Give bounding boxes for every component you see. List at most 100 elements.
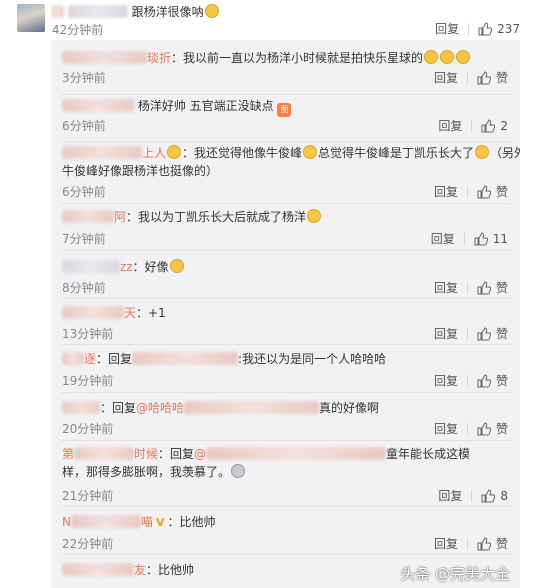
reply-actions: 回复 2 [438,117,508,134]
reply-text: ：我以前一直以为杨洋小时候就是拍快乐星球的 [171,51,424,65]
mention-link[interactable]: @哈哈哈 [136,401,184,415]
divider [466,281,468,294]
username[interactable]: 上人 [142,146,166,160]
like-count[interactable]: 赞 [496,420,508,437]
mention-link[interactable]: @ [194,447,206,461]
username[interactable] [62,401,100,414]
like-count[interactable]: 237 [497,22,520,36]
comment-content: 跟杨洋很像呐 [131,5,204,19]
emoji-icon [169,259,184,273]
reply-text: ：比他帅 [146,563,195,577]
reply-button[interactable]: 回复 [438,487,462,504]
username[interactable]: 时候 [134,447,158,461]
divider [471,119,473,132]
thumb-up-icon[interactable] [477,326,491,341]
username[interactable]: 友 [134,563,146,577]
like-count[interactable]: 8 [500,489,508,503]
username[interactable] [62,210,114,223]
username[interactable] [62,51,147,64]
reply-button[interactable]: 回复 [434,372,458,389]
thumb-up-icon[interactable] [481,488,496,503]
like-count[interactable]: 2 [500,119,508,133]
thumb-up-icon[interactable] [478,21,493,36]
username[interactable]: N [62,515,71,529]
reply-item: 上人 ：我还觉得他像牛俊峰 总觉得牛俊峰是丁凯乐长大了 （另外 牛俊峰好像跟杨洋也挺像… [51,142,520,202]
reply-button[interactable]: 回复 [431,230,455,247]
emoji-icon [307,209,322,223]
username[interactable] [62,260,120,273]
like-count[interactable]: 11 [493,232,508,246]
reply-actions: 回复 赞 [434,183,508,200]
redacted-mention [184,401,320,414]
username[interactable] [52,5,64,18]
reply-text: ：+1 [136,306,166,320]
reply-button[interactable]: 回复 [434,535,458,552]
reply-actions: 回复 赞 [434,535,508,552]
reply-button[interactable]: 回复 [434,183,458,200]
thumb-up-icon[interactable] [481,118,496,133]
username[interactable] [74,447,135,460]
username[interactable]: 第 [62,447,74,461]
username[interactable] [70,515,141,528]
username[interactable] [62,352,84,365]
username[interactable] [62,306,124,319]
username[interactable]: 天 [124,306,136,320]
reply-item: 第 时候：回复@ 童年能长成这模 样，那得多膨胀啊，我羡慕了。 21分钟前 回复 8 [51,441,520,505]
username[interactable]: 逐 [84,352,96,366]
username[interactable]: 琰折 [147,51,171,65]
reply-text: 样，那得多膨胀啊，我羡慕了。 [62,465,231,479]
emoji-icon [440,50,455,64]
thumb-up-icon[interactable] [474,231,488,246]
reply-item: zz：好像 8分钟前 回复 赞 [51,251,520,297]
badge-icon: 图 [277,103,292,117]
thumb-up-icon[interactable] [477,373,491,388]
emoji-icon [424,50,439,64]
thumb-up-icon[interactable] [477,421,491,436]
reply-button[interactable]: 回复 [434,279,458,296]
reply-text: ：我还觉得他像牛俊峰 [182,146,303,160]
like-count[interactable]: 赞 [496,535,508,552]
reply-button[interactable]: 回复 [434,325,458,342]
like-count[interactable]: 赞 [496,183,508,200]
emoji-icon [456,50,471,64]
reply-text: :我还以为是同一个人哈哈哈 [238,352,387,366]
reply-button[interactable]: 回复 [434,69,458,86]
username[interactable] [62,146,142,159]
reply-time: 21分钟前 [62,489,114,503]
like-count[interactable]: 赞 [496,279,508,296]
redacted-mention [206,447,387,460]
username[interactable] [62,563,134,576]
thumb-up-icon[interactable] [477,184,491,199]
username[interactable]: zz [120,260,133,274]
reply-time: 3分钟前 [62,71,106,85]
reply-time: 22分钟前 [62,537,114,551]
avatar[interactable] [17,4,45,32]
like-count[interactable]: 赞 [496,325,508,342]
reply-item: 琰折：我以前一直以为杨洋小时候就是拍快乐星球的 3分钟前 回复 赞 [51,45,520,93]
reply-text: ：回复 [158,447,195,461]
divider [466,374,468,387]
like-count[interactable]: 赞 [496,69,508,86]
username[interactable]: 喵 [141,515,153,529]
thumb-up-icon[interactable] [477,536,491,551]
username[interactable] [62,99,134,112]
username[interactable]: 阿 [114,210,126,224]
thumb-up-icon[interactable] [477,70,491,85]
comment-actions: 回复 237 [435,20,520,37]
emoji-icon [231,464,246,478]
reply-time: 13分钟前 [62,327,114,341]
divider [471,489,473,502]
divider [466,327,468,340]
reply-button[interactable]: 回复 [434,420,458,437]
reply-button[interactable]: 回复 [438,117,462,134]
reply-actions: 回复 赞 [434,372,508,389]
divider [463,232,465,245]
reply-time: 6分钟前 [62,185,106,199]
divider [466,537,468,550]
reply-time: 19分钟前 [62,374,114,388]
thumb-up-icon[interactable] [477,280,491,295]
verified-badge-icon: V [156,516,165,529]
reply-text: ：回复 [96,352,133,366]
like-count[interactable]: 赞 [496,372,508,389]
reply-button[interactable]: 回复 [435,20,459,37]
